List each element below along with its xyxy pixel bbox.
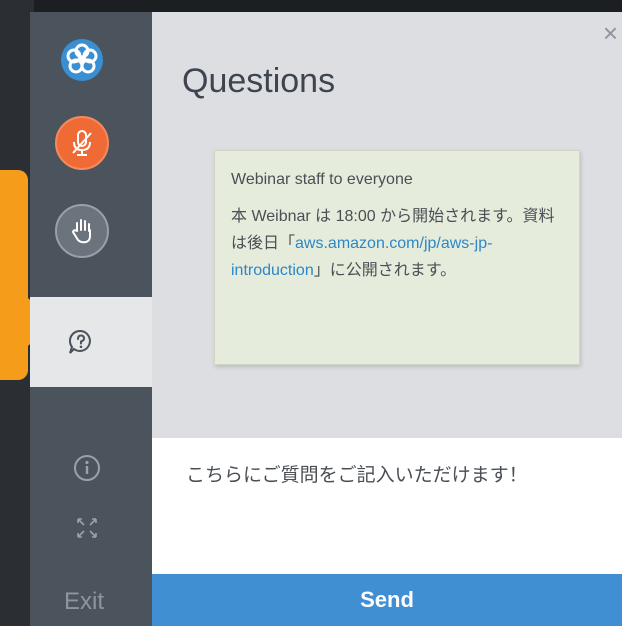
expand-button[interactable] (75, 516, 99, 540)
message-sender: Webinar staff to everyone (231, 171, 413, 188)
message-body: 本 Weibnar は 18:00 から開始されます。資料は後日「aws.ama… (231, 203, 563, 284)
question-chat-icon (69, 329, 91, 354)
logo-icon (60, 38, 104, 82)
question-input[interactable]: こちらにご質問をご記入いただけます！ (186, 460, 616, 487)
staff-message-card: Webinar staff to everyone 本 Weibnar は 18… (214, 150, 580, 365)
expand-icon (77, 518, 97, 538)
exit-button[interactable]: Exit (30, 582, 152, 626)
microphone-muted-icon (72, 130, 92, 156)
microphone-toggle-button[interactable] (55, 116, 109, 170)
raise-hand-icon (71, 219, 91, 244)
close-icon[interactable]: × (603, 20, 618, 46)
pointer-callout (0, 170, 28, 380)
panel-title: Questions (182, 62, 336, 100)
send-button[interactable]: Send (152, 574, 622, 626)
info-button[interactable] (73, 454, 101, 482)
question-input-area[interactable]: こちらにご質問をご記入いただけます！ (152, 438, 622, 574)
message-text-post: 」に公開されます。 (313, 262, 457, 279)
raise-hand-button[interactable] (55, 204, 109, 258)
webinar-control-panel: Exit × Questions Webinar staff to everyo… (30, 12, 622, 626)
tab-questions[interactable] (30, 297, 152, 387)
info-icon (74, 455, 100, 481)
sidebar: Exit (30, 12, 152, 626)
